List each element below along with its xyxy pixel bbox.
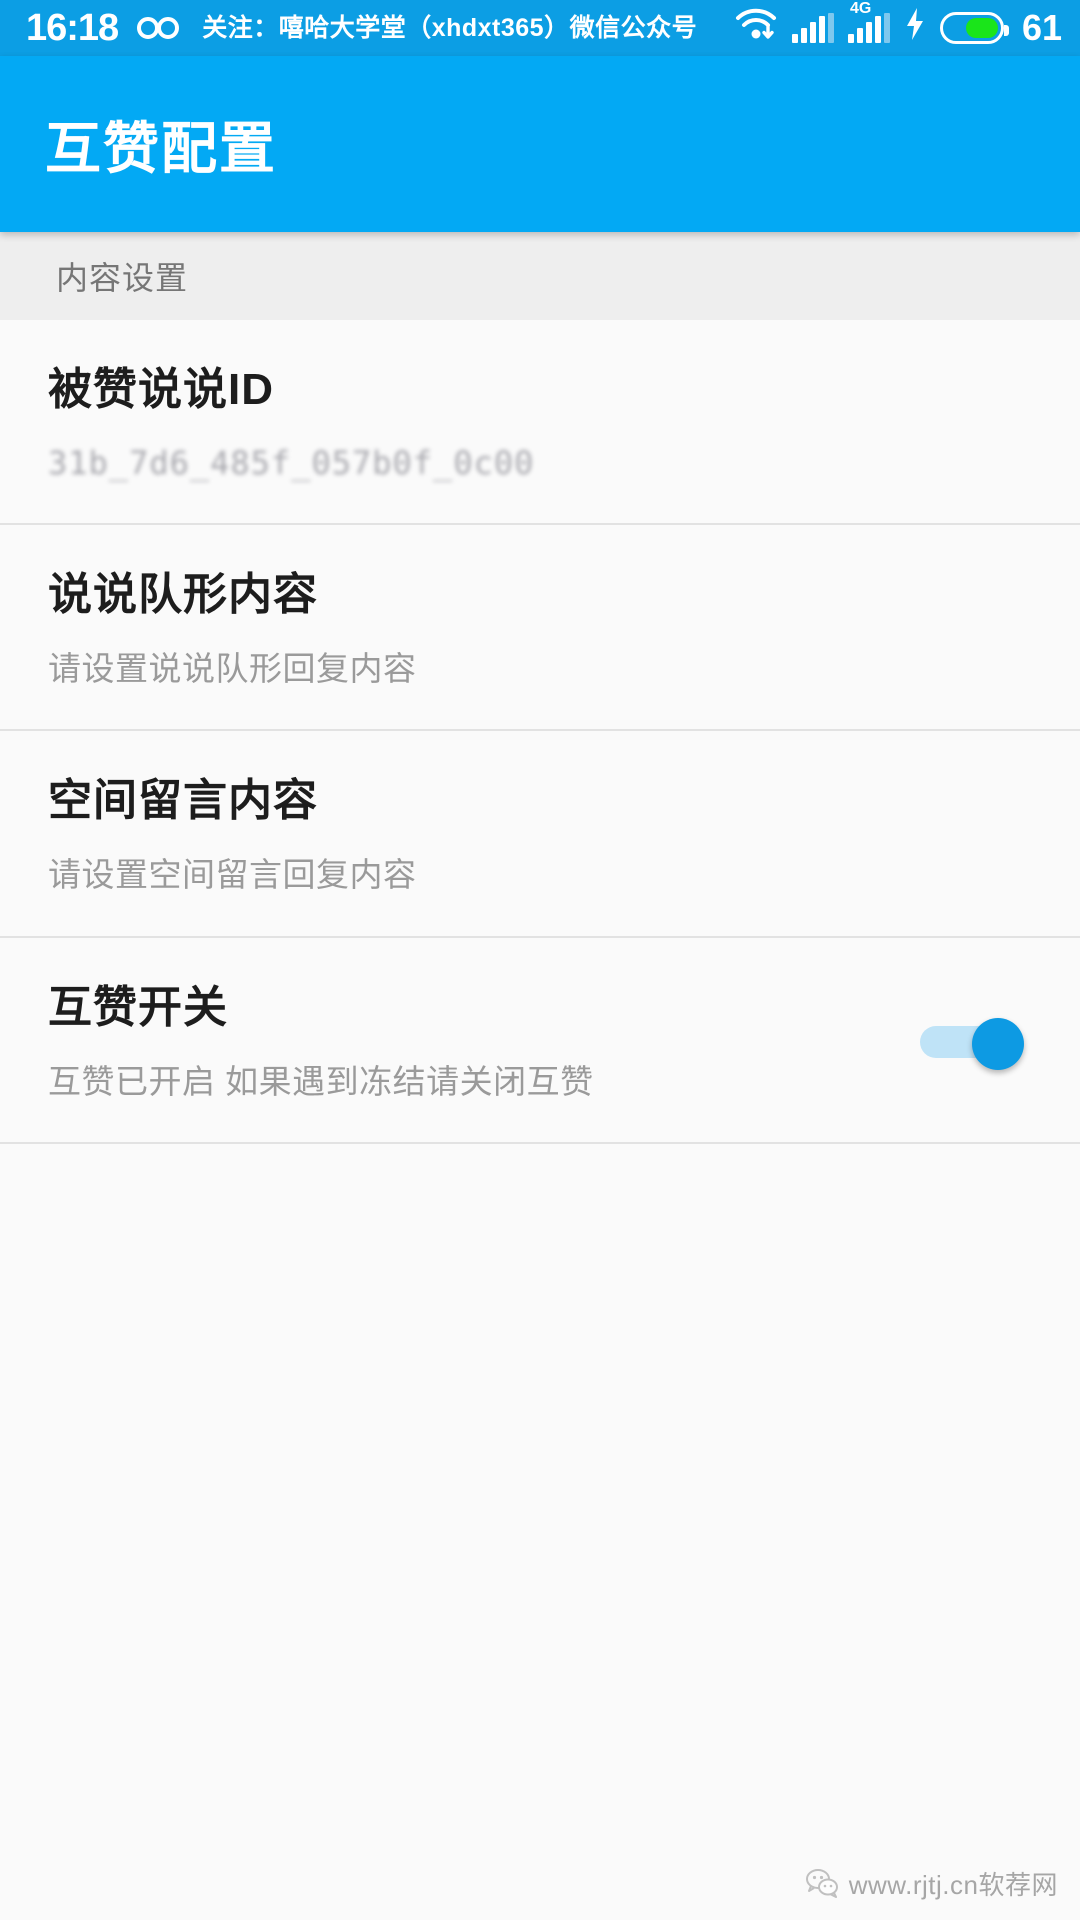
status-bar: 16:18 关注：嘻哈大学堂（xhdxt365）微信公众号 4G 61 [0,0,1080,56]
settings-list: 被赞说说ID 31b_7d6_485f_057b0f_0c00 说说队形内容 请… [0,320,1080,1144]
phone-screen: 16:18 关注：嘻哈大学堂（xhdxt365）微信公众号 4G 61 互赞配置… [0,0,1080,1920]
watermark-text: www.rjtj.cn软荐网 [848,1870,1058,1900]
charging-bolt-icon [904,7,926,50]
list-item-mutual-like-switch[interactable]: 互赞开关 互赞已开启 如果遇到冻结请关闭互赞 [0,935,1080,1144]
page-title: 互赞配置 [45,116,277,180]
battery-percent-label: 61 [1021,7,1062,48]
infinity-icon [136,15,180,41]
list-item-title: 被赞说说ID [48,365,274,414]
list-item-subtitle: 请设置空间留言回复内容 [48,856,417,894]
status-bar-clock: 16:18 [26,7,119,49]
list-item-subtitle: 互赞已开启 如果遇到冻结请关闭互赞 [48,1062,594,1100]
signal-bars-icon [791,13,834,43]
list-item-subtitle: 请设置说说队形回复内容 [48,650,417,687]
watermark: www.rjtj.cn软荐网 [805,1865,1058,1902]
list-item-post-id[interactable]: 被赞说说ID 31b_7d6_485f_057b0f_0c00 [0,320,1080,523]
status-bar-indicators: 4G 61 [734,1,1062,50]
wechat-icon [805,1867,839,1901]
list-item-value: 31b_7d6_485f_057b0f_0c00 [48,444,535,482]
toggle-thumb [972,1017,1024,1070]
section-header-label: 内容设置 [56,260,189,296]
section-header-content-settings: 内容设置 [0,232,1080,320]
list-item-space-message-content[interactable]: 空间留言内容 请设置空间留言回复内容 [0,729,1080,936]
list-item-title: 说说队形内容 [48,570,318,619]
wifi-download-icon [734,7,778,50]
list-item-title: 互赞开关 [48,982,228,1032]
list-item-title: 空间留言内容 [48,776,318,826]
mutual-like-toggle[interactable] [920,1017,1030,1070]
network-type-label: 4G [849,0,872,17]
app-bar: 互赞配置 [0,56,1080,232]
status-bar-ticker: 关注：嘻哈大学堂（xhdxt365）微信公众号 [202,13,698,42]
battery-icon [939,12,1009,44]
signal-4g-bars-icon: 4G [847,1,890,43]
list-item-post-formation-content[interactable]: 说说队形内容 请设置说说队形回复内容 [0,523,1080,730]
